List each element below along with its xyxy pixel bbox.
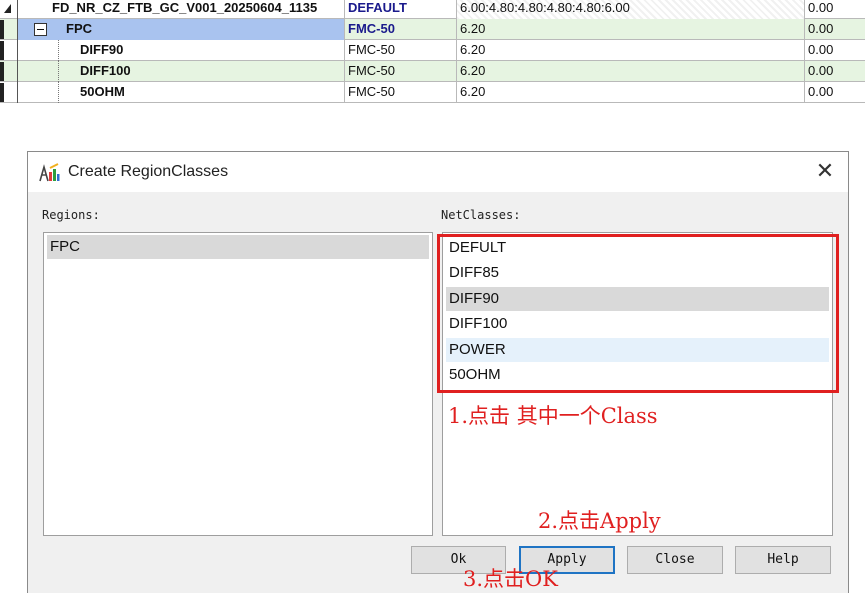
grid-cell-b[interactable]: 6.20 — [457, 40, 805, 61]
grid-cell-a[interactable]: FMC-50 — [345, 61, 457, 82]
row-selector[interactable] — [0, 61, 18, 82]
grid-cell-b[interactable]: 6.20 — [457, 61, 805, 82]
row-selector[interactable] — [0, 19, 18, 40]
collapse-icon[interactable] — [34, 23, 47, 36]
table-row[interactable]: FPC FMC-50 6.20 0.00 — [0, 19, 865, 40]
table-row[interactable]: 50OHM FMC-50 6.20 0.00 — [0, 82, 865, 103]
app-icon — [39, 163, 60, 182]
netclasses-label: NetClasses: — [441, 208, 521, 222]
grid-cell-name[interactable]: 50OHM — [18, 82, 345, 103]
close-icon[interactable]: ✕ — [812, 158, 838, 184]
expand-triangle-icon[interactable] — [4, 4, 11, 13]
create-regionclasses-dialog: Create RegionClasses ✕ Regions: NetClass… — [27, 151, 849, 593]
grid-cell-name[interactable]: DIFF90 — [18, 40, 345, 61]
grid-cell-a[interactable]: FMC-50 — [345, 40, 457, 61]
regions-list[interactable]: FPC — [43, 232, 433, 536]
table-row[interactable]: FD_NR_CZ_FTB_GC_V001_20250604_1135 DEFAU… — [0, 0, 865, 19]
table-row[interactable]: DIFF100 FMC-50 6.20 0.00 — [0, 61, 865, 82]
annotation-step2: 2.点击Apply — [538, 509, 661, 533]
grid-cell-a[interactable]: FMC-50 — [345, 82, 457, 103]
grid-cell-name[interactable]: DIFF100 — [18, 61, 345, 82]
grid-cell-name[interactable]: FPC — [18, 19, 345, 40]
grid-cell-c[interactable]: 0.00 — [805, 61, 865, 82]
grid-cell-a[interactable]: DEFAULT — [345, 0, 457, 19]
annotation-step3: 3.点击OK — [463, 567, 558, 591]
table-row[interactable]: DIFF90 FMC-50 6.20 0.00 — [0, 40, 865, 61]
regions-label: Regions: — [42, 208, 100, 222]
annotation-highlight-box — [437, 234, 839, 393]
grid-cell-c[interactable]: 0.00 — [805, 0, 865, 19]
close-button[interactable]: Close — [627, 546, 723, 574]
grid-cell-name-text: FPC — [66, 21, 92, 36]
grid-cell-name-text: DIFF100 — [80, 63, 131, 78]
row-selector[interactable] — [0, 40, 18, 61]
help-button[interactable]: Help — [735, 546, 831, 574]
grid-cell-c[interactable]: 0.00 — [805, 19, 865, 40]
grid-cell-name-text: 50OHM — [80, 84, 125, 99]
grid-cell-c[interactable]: 0.00 — [805, 40, 865, 61]
grid-cell-name-text: DIFF90 — [80, 42, 124, 57]
dialog-title: Create RegionClasses — [68, 163, 229, 180]
dialog-titlebar[interactable]: Create RegionClasses ✕ — [28, 152, 848, 192]
grid-cell-b[interactable]: 6.00:4.80:4.80:4.80:4.80:6.00 — [457, 0, 805, 19]
grid-cell-c[interactable]: 0.00 — [805, 82, 865, 103]
grid-cell-a[interactable]: FMC-50 — [345, 19, 457, 40]
list-item[interactable]: FPC — [47, 235, 429, 259]
row-selector[interactable] — [0, 0, 18, 19]
grid-cell-b[interactable]: 6.20 — [457, 19, 805, 40]
grid-cell-b[interactable]: 6.20 — [457, 82, 805, 103]
row-selector[interactable] — [0, 82, 18, 103]
grid-cell-name[interactable]: FD_NR_CZ_FTB_GC_V001_20250604_1135 — [18, 0, 345, 19]
annotation-step1: 1.点击 其中一个Class — [448, 404, 658, 428]
